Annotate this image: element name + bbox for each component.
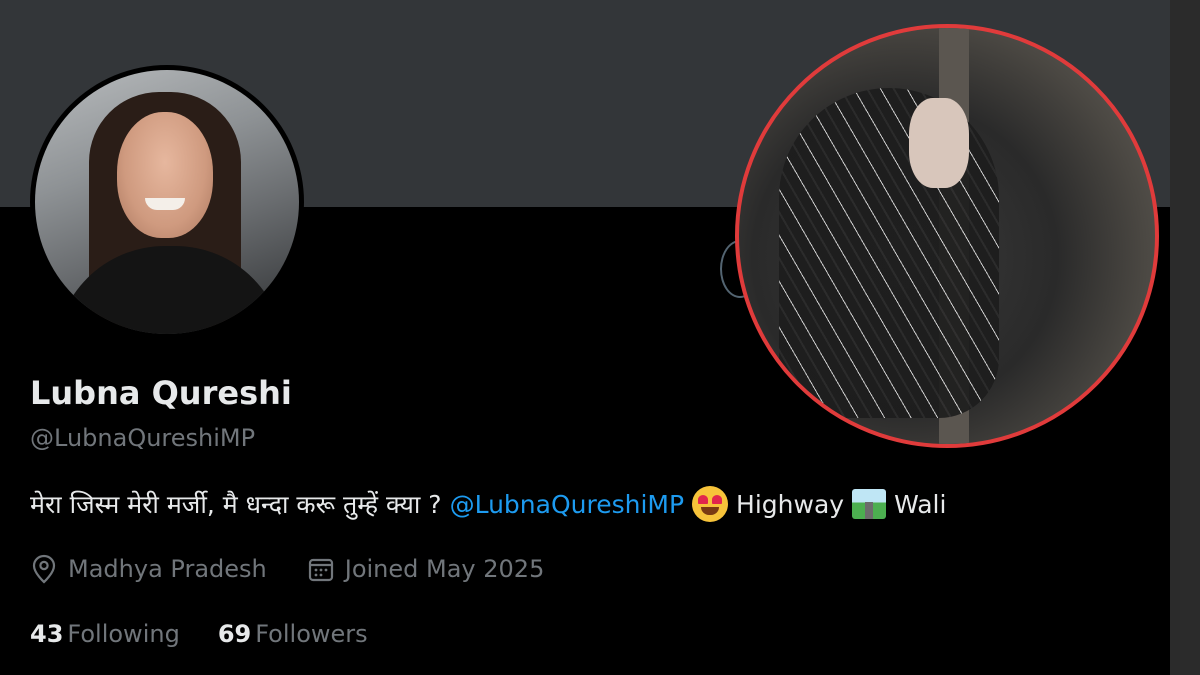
motorway-emoji-icon (852, 489, 887, 519)
location-pin-icon (30, 554, 58, 584)
following-label: Following (67, 620, 180, 648)
highlighted-video-still (735, 24, 1159, 448)
profile-bio: मेरा जिस्म मेरी मर्जी, मै धन्दा करू तुम्… (30, 486, 946, 522)
avatar-smile (145, 198, 185, 210)
profile-avatar[interactable] (30, 65, 304, 339)
avatar-face (117, 112, 213, 238)
avatar-photo (35, 70, 299, 334)
bio-word-highway: Highway (736, 489, 845, 519)
followers-label: Followers (255, 620, 368, 648)
scrollbar-thumb[interactable] (1170, 0, 1200, 675)
bio-mention-link[interactable]: @LubnaQureshiMP (450, 490, 684, 519)
scrollbar[interactable] (1170, 0, 1200, 675)
following-link[interactable]: 43 Following (30, 620, 180, 648)
following-count: 43 (30, 620, 64, 648)
video-still-face (909, 98, 969, 188)
calendar-icon (307, 555, 335, 583)
joined-date-text: Joined May 2025 (344, 555, 545, 583)
location-text: Madhya Pradesh (68, 555, 267, 583)
display-name: Lubna Qureshi (30, 374, 292, 412)
follow-stats: 43 Following 69 Followers (30, 620, 368, 648)
bio-text: मेरा जिस्म मेरी मर्जी, मै धन्दा करू तुम्… (30, 490, 442, 519)
followers-link[interactable]: 69 Followers (218, 620, 368, 648)
username-handle: @LubnaQureshiMP (30, 424, 256, 452)
bio-word-wali: Wali (894, 489, 947, 519)
followers-count: 69 (217, 620, 252, 648)
heart-eyes-emoji-icon (692, 486, 729, 522)
profile-meta: Madhya Pradesh Joined May 2025 (30, 554, 544, 584)
